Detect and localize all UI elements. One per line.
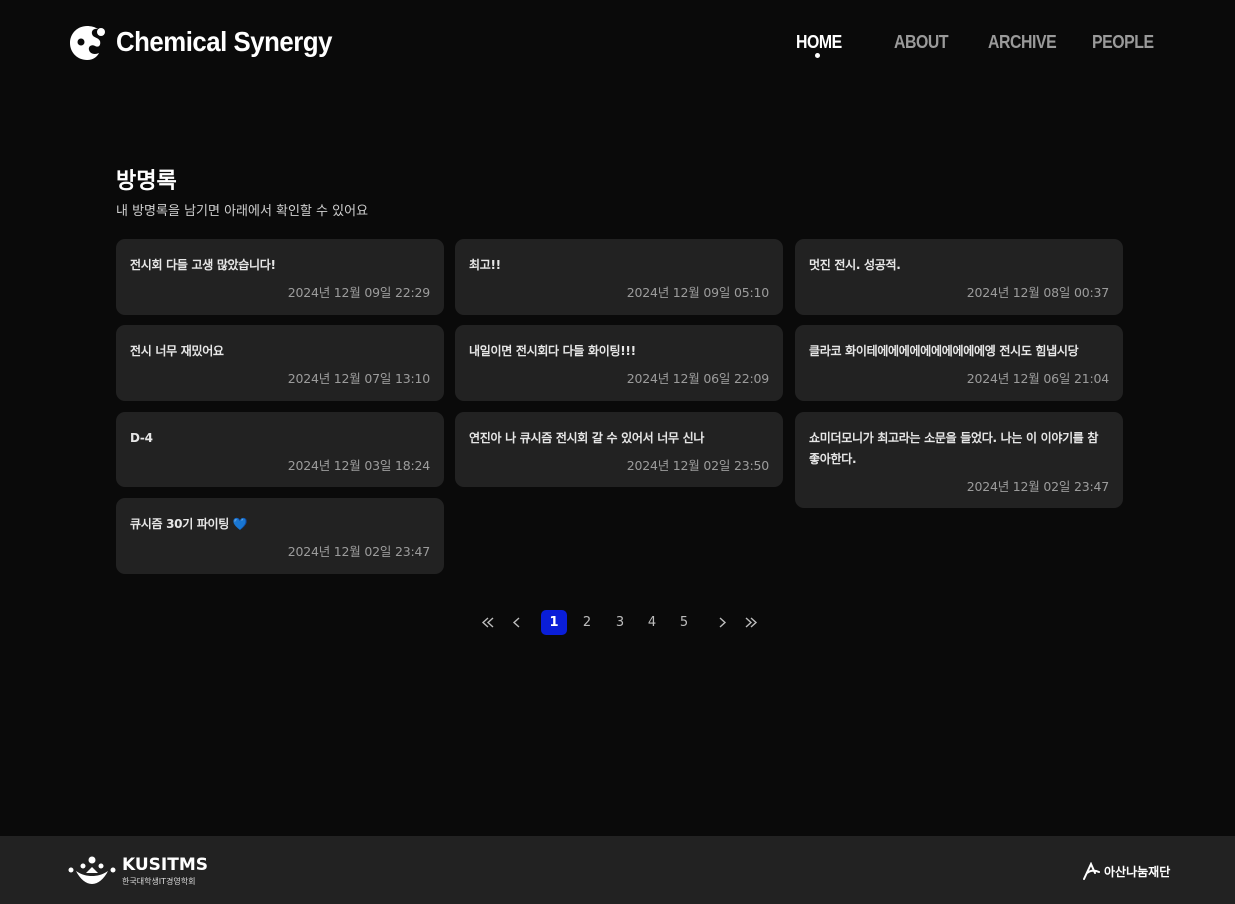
nav-people[interactable]: PEOPLE <box>1092 32 1154 53</box>
card-date: 2024년 12월 09일 22:29 <box>287 285 430 300</box>
card-message: D-4 <box>130 431 153 445</box>
double-chevron-right-icon[interactable] <box>738 610 764 635</box>
site-footer: KUSITMS 한국대학생IT경영학회 아산나눔재단 <box>0 836 1235 904</box>
page-2-button[interactable]: 2 <box>574 610 600 635</box>
card-date: 2024년 12월 02일 23:50 <box>626 458 769 473</box>
site-header: Chemical Synergy HOME ABOUT ARCHIVE PEOP… <box>0 0 1235 86</box>
card-message: 연진아 나 큐시즘 전시회 갈 수 있어서 너무 신나 <box>469 431 705 445</box>
nav-archive[interactable]: ARCHIVE <box>988 32 1057 53</box>
guestbook-card: 쇼미더모니가 최고라는 소문을 들었다. 나는 이 이야기를 참 좋아한다. 2… <box>795 412 1123 508</box>
page-1-button[interactable]: 1 <box>541 610 567 635</box>
kusitms-icon <box>68 856 116 884</box>
page-3-button[interactable]: 3 <box>607 610 633 635</box>
card-message: 클라코 화이테에에에에에에에에에에엥 전시도 힘냅시당 <box>809 344 1079 358</box>
card-message: 최고!! <box>469 258 501 272</box>
double-chevron-left-icon[interactable] <box>475 610 501 635</box>
asan-text: 아산나눔재단 <box>1104 864 1171 879</box>
page-5-button[interactable]: 5 <box>671 610 697 635</box>
card-date: 2024년 12월 08일 00:37 <box>966 285 1109 300</box>
guestbook-card: D-4 2024년 12월 03일 18:24 <box>116 412 444 487</box>
chevron-left-icon[interactable] <box>504 610 530 635</box>
card-date: 2024년 12월 06일 21:04 <box>966 371 1109 386</box>
guestbook-card: 전시 너무 재밌어요 2024년 12월 07일 13:10 <box>116 325 444 401</box>
guestbook-card: 연진아 나 큐시즘 전시회 갈 수 있어서 너무 신나 2024년 12월 02… <box>455 412 783 487</box>
nav-home[interactable]: HOME <box>796 32 842 53</box>
guestbook-card: 전시회 다들 고생 많았습니다! 2024년 12월 09일 22:29 <box>116 239 444 315</box>
card-message: 전시 너무 재밌어요 <box>130 344 224 358</box>
card-date: 2024년 12월 02일 23:47 <box>287 544 430 559</box>
guestbook-card: 내일이면 전시회다 다들 화이팅!!! 2024년 12월 06일 22:09 <box>455 325 783 401</box>
pagination: 1 2 3 4 5 <box>0 610 1235 636</box>
kusitms-logo[interactable]: KUSITMS 한국대학생IT경영학회 <box>68 855 208 887</box>
guestbook-card: 클라코 화이테에에에에에에에에에에엥 전시도 힘냅시당 2024년 12월 06… <box>795 325 1123 401</box>
card-message: 전시회 다들 고생 많았습니다! <box>130 258 276 272</box>
card-message: 큐시즘 30기 파이팅 💙 <box>130 517 248 531</box>
card-date: 2024년 12월 07일 13:10 <box>287 371 430 386</box>
card-date: 2024년 12월 02일 23:47 <box>966 479 1109 494</box>
page-4-button[interactable]: 4 <box>639 610 665 635</box>
card-date: 2024년 12월 06일 22:09 <box>626 371 769 386</box>
chevron-right-icon[interactable] <box>709 610 735 635</box>
card-date: 2024년 12월 03일 18:24 <box>287 458 430 473</box>
guestbook-subtitle: 내 방명록을 남기면 아래에서 확인할 수 있어요 <box>116 204 369 219</box>
guestbook-title: 방명록 <box>116 169 177 194</box>
guestbook-card: 큐시즘 30기 파이팅 💙 2024년 12월 02일 23:47 <box>116 498 444 574</box>
guestbook-card: 멋진 전시. 성공적. 2024년 12월 08일 00:37 <box>795 239 1123 315</box>
card-message: 내일이면 전시회다 다들 화이팅!!! <box>469 344 636 358</box>
active-indicator-dot <box>815 53 820 58</box>
asan-logo[interactable]: 아산나눔재단 <box>1082 862 1170 880</box>
card-message: 쇼미더모니가 최고라는 소문을 들었다. 나는 이 이야기를 참 좋아한다. <box>809 431 1099 466</box>
card-message: 멋진 전시. 성공적. <box>809 258 901 272</box>
asan-icon <box>1083 862 1100 880</box>
main-nav: HOME ABOUT ARCHIVE PEOPLE <box>0 30 1235 60</box>
kusitms-subtitle: 한국대학생IT경영학회 <box>122 876 196 886</box>
kusitms-title: KUSITMS <box>122 854 209 875</box>
guestbook-card: 최고!! 2024년 12월 09일 05:10 <box>455 239 783 315</box>
card-date: 2024년 12월 09일 05:10 <box>626 285 769 300</box>
nav-about[interactable]: ABOUT <box>894 32 949 53</box>
